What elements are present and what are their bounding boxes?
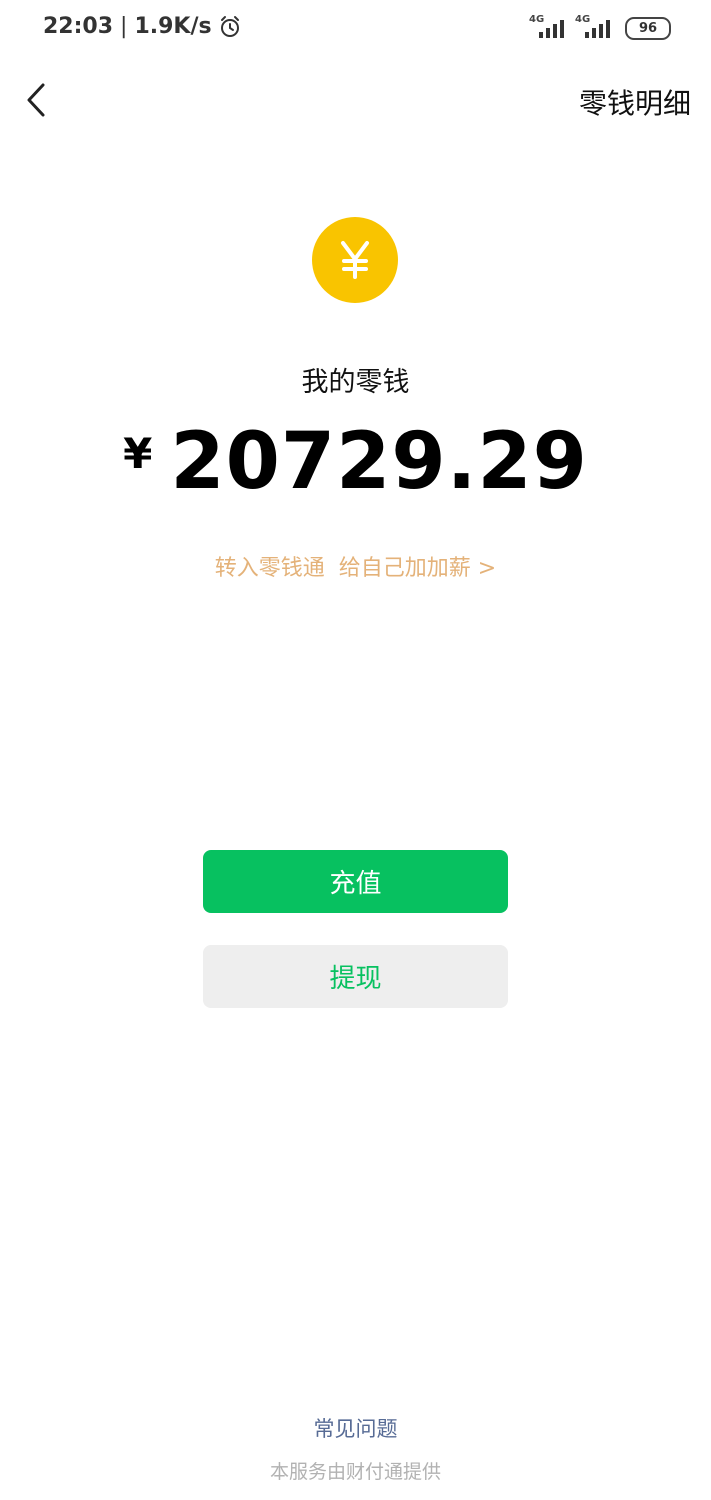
back-button[interactable] [18, 78, 54, 122]
status-right: 4G 4G 96 [529, 14, 671, 40]
balance-amount: 20729.29 [170, 417, 588, 507]
balance-display: ¥ 20729.29 [0, 415, 711, 509]
status-bar: 22:03 | 1.9K/s 4G 4G 96 [0, 0, 711, 58]
yuan-coin-icon [312, 217, 398, 303]
transfer-promo-link[interactable]: 转入零钱通 给自己加加薪 > [0, 550, 711, 582]
status-left: 22:03 | 1.9K/s [43, 14, 242, 39]
yuan-symbol-icon [341, 241, 369, 279]
faq-link[interactable]: 常见问题 [0, 1413, 711, 1443]
signal-icon-1: 4G [529, 14, 571, 40]
recharge-button[interactable]: 充值 [203, 850, 508, 913]
signal-bars-icon [585, 20, 610, 38]
status-time: 22:03 [43, 14, 114, 39]
currency-symbol: ¥ [123, 429, 153, 478]
wallet-title: 我的零钱 [301, 367, 410, 398]
withdraw-button[interactable]: 提现 [203, 945, 508, 1008]
status-separator: | [120, 14, 128, 39]
battery-indicator: 96 [625, 16, 671, 40]
net-speed: 1.9K/s [134, 14, 212, 39]
chevron-left-icon [27, 83, 45, 117]
change-details-link[interactable]: 零钱明细 [579, 82, 691, 122]
alarm-icon [220, 15, 239, 37]
provider-note: 本服务由财付通提供 [269, 1461, 441, 1483]
signal-bars-icon [539, 20, 564, 38]
signal-icon-2: 4G [575, 14, 617, 40]
